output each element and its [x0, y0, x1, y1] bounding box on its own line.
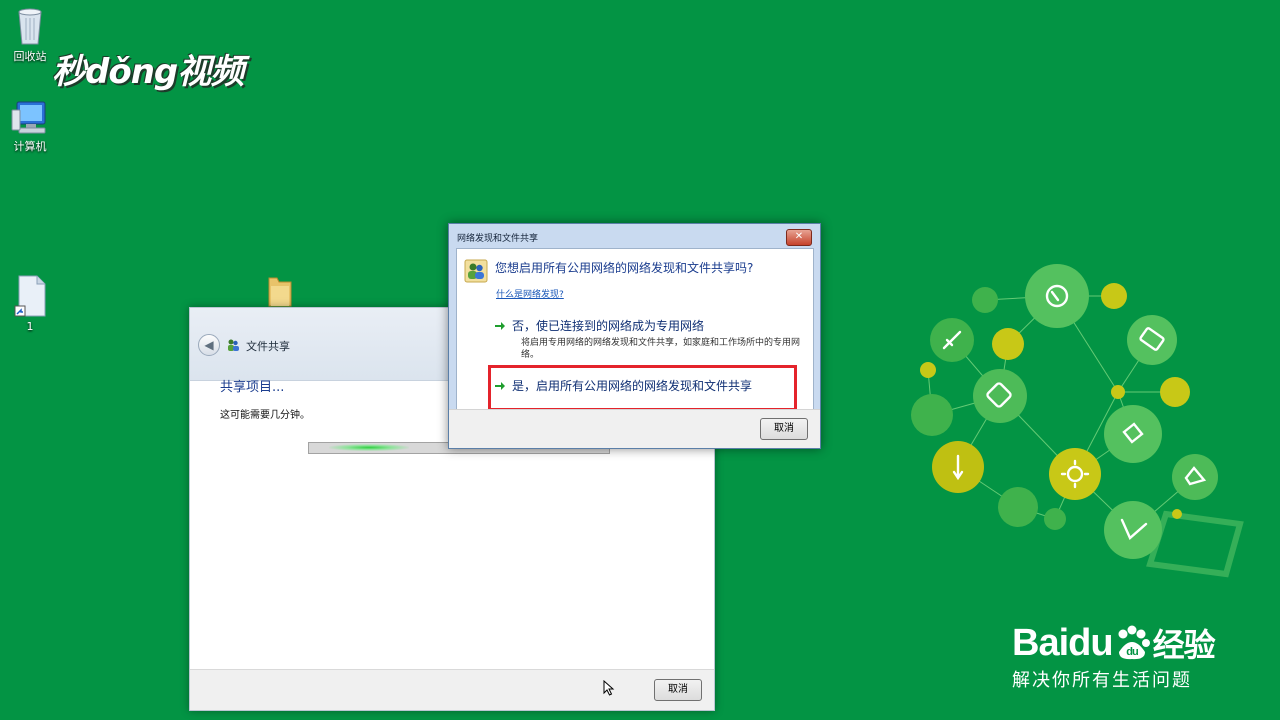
option-no[interactable]: 否，使已连接到的网络成为专用网络 将启用专用网络的网络发现和文件共享，如家庭和工…: [494, 317, 806, 369]
window-footer: 取消: [190, 669, 714, 710]
baidu-logo-row: Baidu du 经验: [1012, 620, 1216, 666]
jingyan-wordmark: 经验: [1152, 626, 1216, 664]
desktop-icon-recycle-bin[interactable]: 回收站: [0, 4, 60, 64]
back-button[interactable]: ◀: [198, 334, 220, 356]
green-arrow-icon: [495, 322, 505, 330]
cancel-button[interactable]: 取消: [654, 679, 702, 701]
desktop-icon-document[interactable]: 1: [0, 274, 60, 333]
network-discovery-dialog: 网络发现和文件共享 ✕ 您想启用所有公用网络的网络发现和文件共享吗? 什么是网络…: [448, 223, 821, 449]
share-people-icon: [228, 339, 239, 351]
close-icon: ✕: [794, 231, 804, 242]
folder-icon: [268, 277, 292, 307]
dialog-footer: 取消: [449, 409, 820, 448]
lightbulb-illustration: [911, 264, 1244, 578]
desktop-icon-label: 回收站: [13, 50, 47, 63]
page-heading: 共享项目...: [220, 380, 285, 395]
dialog-question: 您想启用所有公用网络的网络发现和文件共享吗?: [495, 261, 754, 275]
option-yes[interactable]: 是，启用所有公用网络的网络发现和文件共享: [494, 377, 806, 401]
dialog-title: 网络发现和文件共享: [457, 234, 539, 244]
option-no-description: 将启用专用网络的网络发现和文件共享，如家庭和工作场所中的专用网络。: [521, 338, 801, 360]
svg-text:du: du: [1126, 646, 1138, 658]
mouse-cursor-icon: [603, 680, 615, 696]
baidu-wordmark: Baidu: [1012, 621, 1114, 664]
desktop-icon-label: 1: [26, 320, 34, 333]
status-text: 这可能需要几分钟。: [220, 410, 310, 421]
network-users-icon: [464, 259, 488, 283]
window-title: 文件共享: [246, 340, 290, 353]
dialog-titlebar: 网络发现和文件共享 ✕: [449, 224, 820, 248]
dialog-body: 您想启用所有公用网络的网络发现和文件共享吗? 什么是网络发现? 否，使已连接到的…: [456, 248, 814, 412]
document-icon: [14, 275, 46, 317]
progress-glow: [329, 444, 409, 451]
video-watermark: 秒dǒng视频: [52, 52, 244, 92]
option-yes-title: 是，启用所有公用网络的网络发现和文件共享: [512, 379, 753, 393]
baidu-paw-icon: du: [1118, 625, 1150, 660]
baidu-jingyan-logo: Baidu du 经验 解决你所有生活问题: [1012, 620, 1216, 692]
baidu-slogan: 解决你所有生活问题: [1012, 670, 1192, 691]
desktop-icon-computer[interactable]: 计算机: [0, 100, 60, 154]
desktop-icon-label: 计算机: [13, 140, 47, 153]
close-button[interactable]: ✕: [786, 229, 812, 246]
green-arrow-icon: [495, 382, 505, 390]
recycle-bin-icon: [18, 8, 42, 45]
computer-icon: [11, 101, 46, 134]
option-no-title: 否，使已连接到的网络成为专用网络: [512, 319, 705, 333]
arrow-left-icon: ◀: [204, 338, 214, 352]
help-link[interactable]: 什么是网络发现?: [496, 287, 564, 300]
dialog-cancel-button[interactable]: 取消: [760, 418, 808, 440]
